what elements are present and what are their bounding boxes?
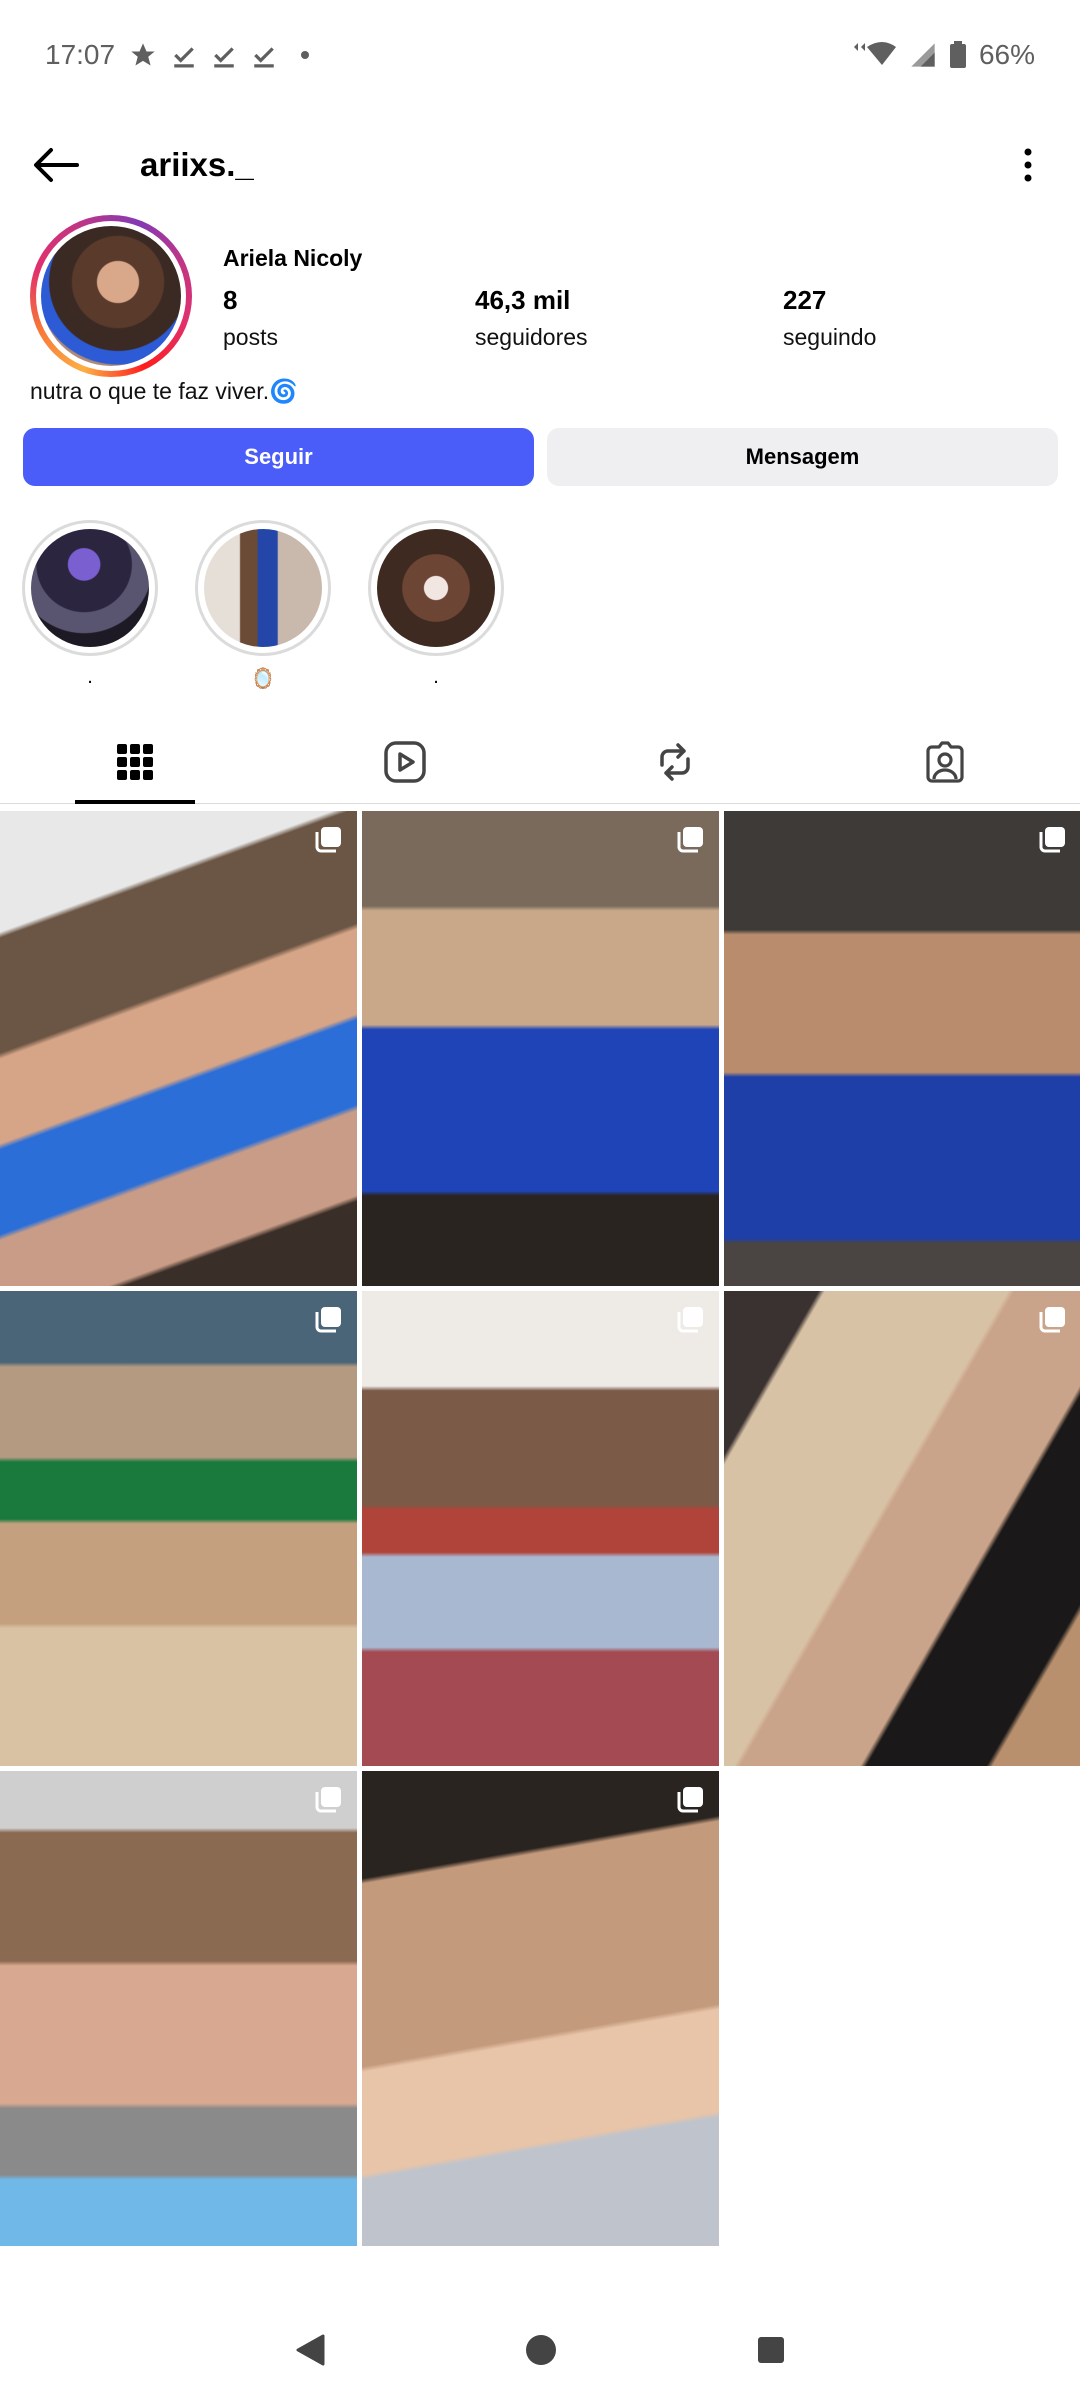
recents-square-icon[interactable] xyxy=(757,2336,785,2364)
profile-actions: Seguir Mensagem xyxy=(23,428,1058,486)
story-highlights: . 🪞 . xyxy=(22,520,504,690)
posts-count: 8 xyxy=(223,285,238,315)
check-icon xyxy=(174,47,194,68)
highlight-label: . xyxy=(87,666,93,688)
grid-icon xyxy=(117,743,153,780)
highlight-ring xyxy=(22,520,158,656)
post-thumbnail[interactable] xyxy=(362,1291,719,1766)
back-button[interactable] xyxy=(22,131,90,199)
follow-button[interactable]: Seguir xyxy=(23,428,534,486)
battery-percent: 66% xyxy=(978,39,1035,70)
multiple-photos-icon xyxy=(677,827,703,853)
highlight-item[interactable]: 🪞 xyxy=(195,520,331,690)
highlight-item[interactable]: . xyxy=(22,520,158,690)
reels-icon xyxy=(384,740,426,783)
post-thumbnail[interactable] xyxy=(724,811,1080,1286)
multiple-photos-icon xyxy=(315,827,341,853)
bio: nutra o que te faz viver.🌀 xyxy=(30,378,298,405)
bio-text: nutra o que te faz viver. xyxy=(30,378,270,404)
profile-username: ariixs._ xyxy=(140,146,254,183)
highlight-cover xyxy=(204,529,322,647)
followers-stat[interactable]: 46,3 mil seguidores xyxy=(475,285,588,351)
bio-emoji: 🌀 xyxy=(269,378,298,404)
post-thumbnail[interactable] xyxy=(724,1291,1080,1766)
profile-summary: Ariela Nicoly 8 posts 46,3 mil seguidore… xyxy=(0,215,1080,377)
tagged-icon xyxy=(926,740,964,783)
tab-tagged[interactable] xyxy=(810,720,1080,803)
avatar-story-ring[interactable] xyxy=(30,215,192,377)
posts-grid xyxy=(0,811,1080,2246)
followers-label: seguidores xyxy=(475,324,588,350)
home-circle-icon[interactable] xyxy=(525,2334,557,2366)
highlight-label: 🪞 xyxy=(250,668,276,690)
multiple-photos-icon xyxy=(315,1307,341,1333)
wifi-icon xyxy=(853,42,896,65)
more-vertical-icon xyxy=(1024,148,1032,182)
message-button[interactable]: Mensagem xyxy=(547,428,1058,486)
highlight-cover xyxy=(377,529,495,647)
post-thumbnail[interactable] xyxy=(0,1291,357,1766)
tab-posts-grid[interactable] xyxy=(0,720,270,804)
highlight-label: . xyxy=(433,666,439,688)
status-right: 66% xyxy=(851,39,1035,71)
reposts-icon xyxy=(660,742,690,781)
post-thumbnail[interactable] xyxy=(362,811,719,1286)
system-nav-bar xyxy=(0,2300,1080,2400)
highlight-item[interactable]: . xyxy=(368,520,504,690)
tab-reels[interactable] xyxy=(270,720,540,803)
multiple-photos-icon xyxy=(677,1307,703,1333)
post-thumbnail[interactable] xyxy=(0,1771,357,2246)
more-options-button[interactable] xyxy=(998,131,1058,199)
post-thumbnail[interactable] xyxy=(0,811,357,1286)
avatar xyxy=(41,226,181,366)
profile-header: ariixs._ xyxy=(0,120,1080,210)
highlight-ring xyxy=(195,520,331,656)
multiple-photos-icon xyxy=(1039,827,1065,853)
multiple-photos-icon xyxy=(1039,1307,1065,1333)
arrow-left-icon xyxy=(34,148,79,182)
profile-tabs xyxy=(0,720,1080,804)
status-left: 17:07 xyxy=(45,39,310,71)
status-bar: 17:07 66% xyxy=(0,0,1080,110)
check-icon xyxy=(214,47,234,68)
following-stat[interactable]: 227 seguindo xyxy=(783,285,876,351)
check-icon xyxy=(254,47,274,68)
followers-count: 46,3 mil xyxy=(475,285,571,315)
avatar-frame xyxy=(36,221,186,371)
highlight-cover xyxy=(31,529,149,647)
multiple-photos-icon xyxy=(677,1787,703,1813)
display-name: Ariela Nicoly xyxy=(223,245,363,271)
following-count: 227 xyxy=(783,285,827,315)
multiple-photos-icon xyxy=(315,1787,341,1813)
notification-dot xyxy=(301,51,310,59)
back-triangle-icon[interactable] xyxy=(295,2334,325,2366)
highlight-ring xyxy=(368,520,504,656)
posts-label: posts xyxy=(223,324,278,350)
status-time: 17:07 xyxy=(45,39,116,70)
post-thumbnail[interactable] xyxy=(362,1771,719,2246)
battery-icon xyxy=(949,41,966,68)
following-label: seguindo xyxy=(783,324,877,350)
tab-reposts[interactable] xyxy=(540,720,810,803)
star-icon xyxy=(131,43,155,66)
signal-icon xyxy=(911,43,935,67)
posts-stat[interactable]: 8 posts xyxy=(223,285,278,351)
